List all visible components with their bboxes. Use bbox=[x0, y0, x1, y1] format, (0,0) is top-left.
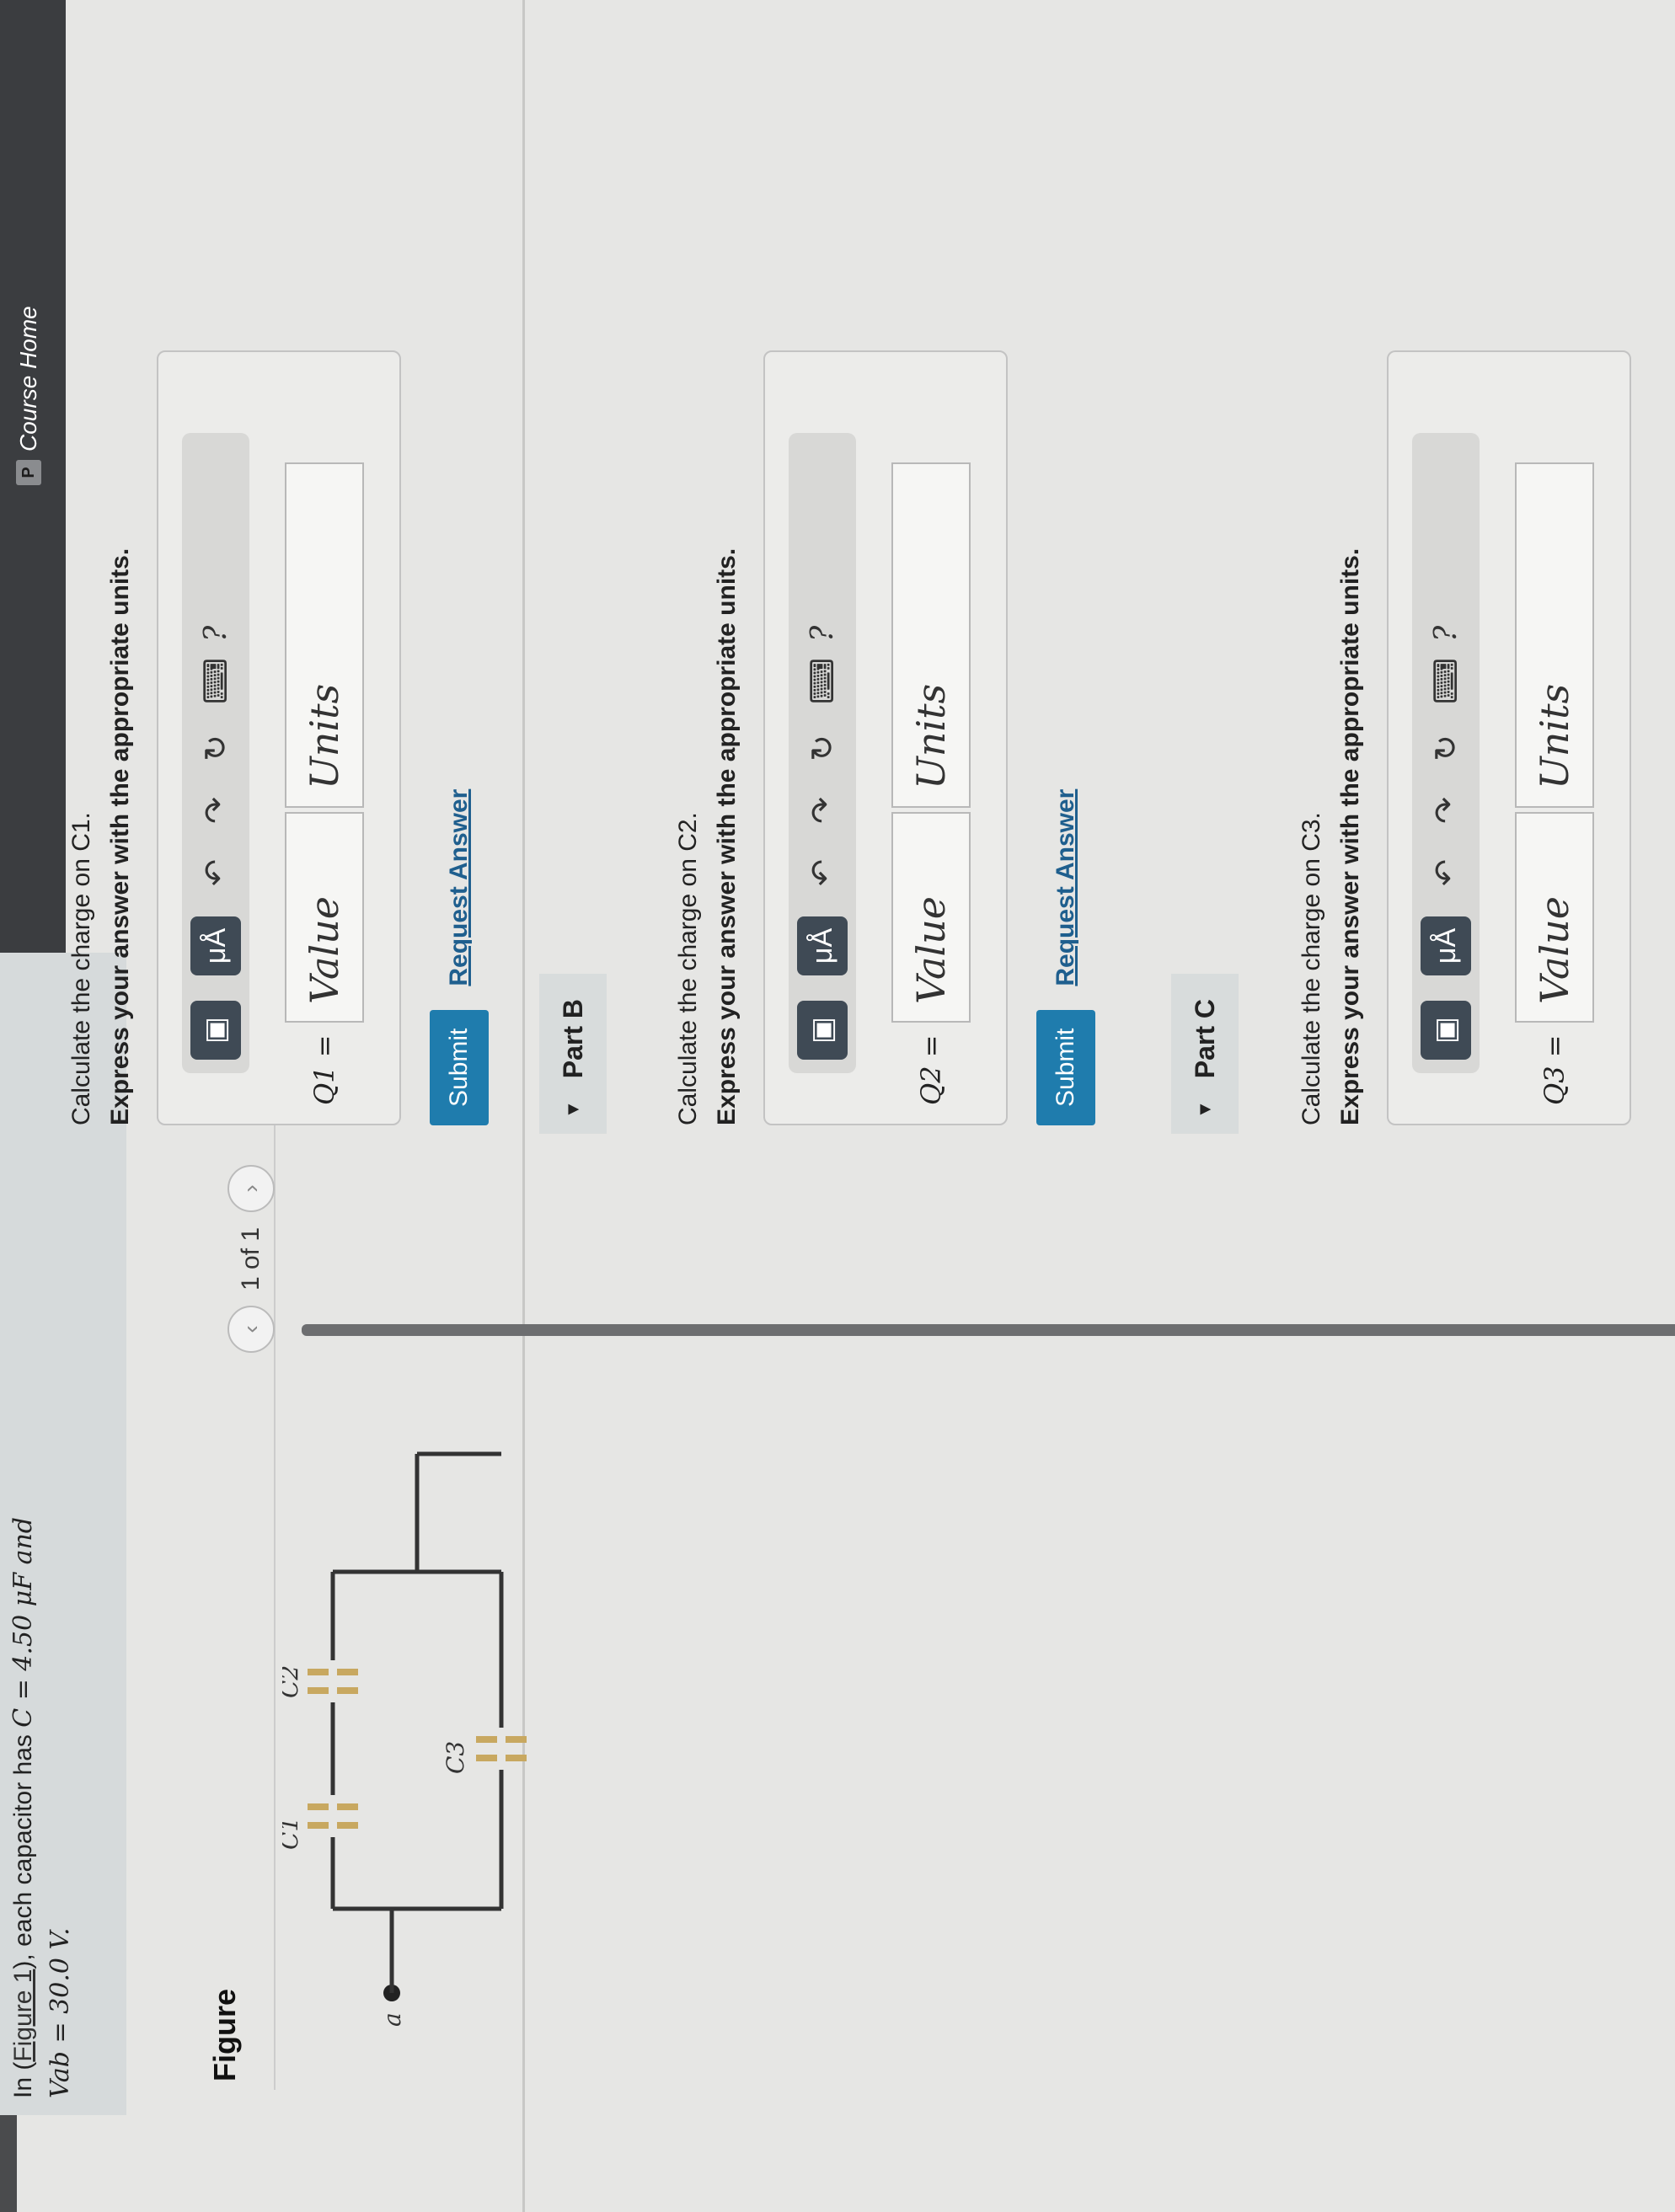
c2-label: C2 bbox=[282, 1665, 303, 1698]
templates-icon[interactable]: ▣ bbox=[797, 1001, 848, 1060]
redo-icon[interactable]: ↷ bbox=[197, 792, 235, 829]
course-home-link[interactable]: P Course Home bbox=[15, 306, 42, 485]
keyboard-icon[interactable]: ⌨ bbox=[804, 658, 842, 704]
course-home-label: Course Home bbox=[15, 306, 41, 451]
keyboard-icon[interactable]: ⌨ bbox=[197, 658, 235, 704]
part-a-instruction: Express your answer with the appropriate… bbox=[106, 548, 134, 1125]
pager-text: 1 of 1 bbox=[237, 1226, 265, 1290]
part-a-submit-button[interactable]: Submit bbox=[430, 1009, 489, 1125]
part-b-submit-button[interactable]: Submit bbox=[1036, 1009, 1095, 1125]
voltage-expression: Vab = 30.0 V. bbox=[45, 1927, 75, 2099]
part-c-label: Q3 = bbox=[1539, 1034, 1571, 1105]
undo-icon[interactable]: ↶ bbox=[804, 854, 842, 891]
problem-intro: In (Figure 1), each capacitor has C = 4.… bbox=[0, 953, 126, 2115]
help-icon[interactable]: ? bbox=[805, 626, 840, 642]
capacitor-c1 bbox=[308, 1795, 358, 1837]
templates-icon[interactable]: ▣ bbox=[190, 1001, 241, 1060]
c3-label: C3 bbox=[441, 1741, 469, 1774]
templates-icon[interactable]: ▣ bbox=[1421, 1001, 1471, 1060]
expand-triangle-icon: ▼ bbox=[562, 1100, 583, 1119]
part-b-units-input[interactable]: Units bbox=[891, 462, 971, 808]
part-c-toolbar: ▣ μÅ ↶ ↷ ↻ ⌨ ? bbox=[1412, 433, 1480, 1073]
part-a-value-input[interactable]: Value bbox=[285, 812, 364, 1023]
part-b-header[interactable]: ▼ Part B bbox=[539, 974, 607, 1134]
reset-icon[interactable]: ↻ bbox=[1427, 729, 1465, 767]
part-a-toolbar: ▣ μÅ ↶ ↷ ↻ ⌨ ? bbox=[182, 433, 249, 1073]
part-b-value-input[interactable]: Value bbox=[891, 812, 971, 1023]
part-b-question: Calculate the charge on C2. bbox=[674, 812, 702, 1125]
figure-title: Figure bbox=[207, 1988, 242, 2081]
reset-icon[interactable]: ↻ bbox=[804, 729, 842, 767]
part-b-toolbar: ▣ μÅ ↶ ↷ ↻ ⌨ ? bbox=[789, 433, 856, 1073]
capacitor-c3 bbox=[476, 1728, 527, 1770]
scrollbar[interactable] bbox=[302, 1324, 1675, 1336]
reset-icon[interactable]: ↻ bbox=[197, 729, 235, 767]
previous-figure-button[interactable]: ‹ bbox=[227, 1306, 275, 1353]
part-b-title: Part B bbox=[557, 998, 588, 1079]
course-home-badge: P bbox=[16, 460, 41, 485]
help-icon[interactable]: ? bbox=[199, 626, 233, 642]
keyboard-icon[interactable]: ⌨ bbox=[1427, 658, 1465, 704]
part-a-question: Calculate the charge on C1. bbox=[67, 812, 95, 1125]
part-a-units-input[interactable]: Units bbox=[285, 462, 364, 808]
part-c-title: Part C bbox=[1189, 998, 1220, 1079]
figure-link[interactable]: Figure 1 bbox=[9, 1969, 37, 2062]
figure-pager: ‹ 1 of 1 › bbox=[227, 1164, 275, 1353]
part-b-instruction: Express your answer with the appropriate… bbox=[713, 548, 741, 1125]
part-a: Calculate the charge on C1. Express your… bbox=[67, 13, 489, 1125]
part-a-label: Q1 = bbox=[308, 1034, 340, 1105]
page: P Course Home In (Figure 1), each capaci… bbox=[0, 0, 1675, 2212]
part-c-answer-box: ▣ μÅ ↶ ↷ ↻ ⌨ ? Q3 = Value Units bbox=[1387, 350, 1631, 1125]
units-button[interactable]: μÅ bbox=[797, 916, 848, 975]
part-c-units-input[interactable]: Units bbox=[1515, 462, 1594, 808]
part-a-answer-box: ▣ μÅ ↶ ↷ ↻ ⌨ ? Q1 = Value Units bbox=[157, 350, 401, 1125]
part-b-label: Q2 = bbox=[915, 1034, 947, 1105]
part-c-question: Calculate the charge on C3. bbox=[1298, 812, 1325, 1125]
help-icon[interactable]: ? bbox=[1429, 626, 1464, 642]
units-button[interactable]: μÅ bbox=[190, 916, 241, 975]
expand-triangle-icon: ▼ bbox=[1194, 1100, 1215, 1119]
redo-icon[interactable]: ↷ bbox=[804, 792, 842, 829]
node-a-label: a bbox=[378, 2012, 406, 2027]
redo-icon[interactable]: ↷ bbox=[1427, 792, 1465, 829]
units-button[interactable]: μÅ bbox=[1421, 916, 1471, 975]
capacitor-c2 bbox=[308, 1660, 358, 1702]
c1-label: C1 bbox=[282, 1817, 303, 1850]
part-c-value-input[interactable]: Value bbox=[1515, 812, 1594, 1023]
part-b-request-answer-link[interactable]: Request Answer bbox=[1052, 789, 1080, 986]
undo-icon[interactable]: ↶ bbox=[1427, 854, 1465, 891]
undo-icon[interactable]: ↶ bbox=[197, 854, 235, 891]
part-c-instruction: Express your answer with the appropriate… bbox=[1336, 548, 1364, 1125]
intro-suffix: ), each capacitor has bbox=[9, 1727, 37, 1969]
part-c-header[interactable]: ▼ Part C bbox=[1171, 974, 1239, 1134]
part-c: Calculate the charge on C3. Express your… bbox=[1298, 13, 1631, 1125]
part-b-answer-box: ▣ μÅ ↶ ↷ ↻ ⌨ ? Q2 = Value Units bbox=[763, 350, 1008, 1125]
part-a-request-answer-link[interactable]: Request Answer bbox=[445, 789, 474, 986]
intro-prefix: In ( bbox=[9, 2061, 37, 2098]
capacitance-expression: C = 4.50 μF and bbox=[8, 1516, 38, 1728]
part-b: Calculate the charge on C2. Express your… bbox=[674, 13, 1095, 1125]
next-figure-button[interactable]: › bbox=[227, 1164, 275, 1212]
